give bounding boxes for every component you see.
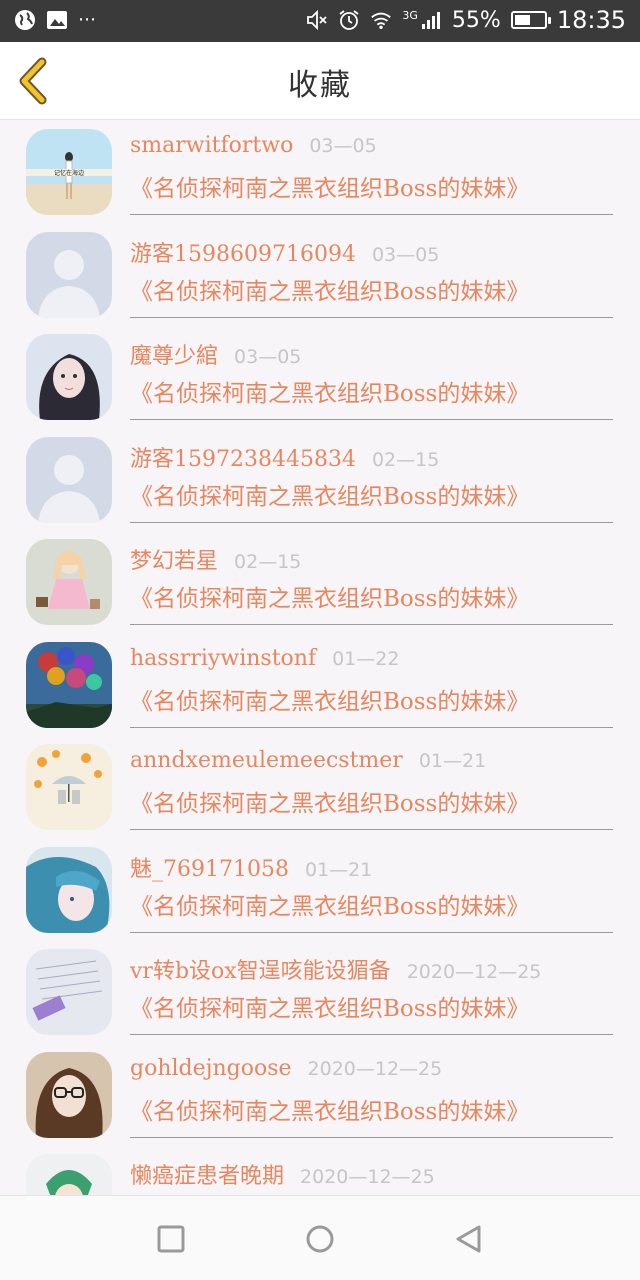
list-item[interactable]: anndxemeulemeecstmer 01—21 《名侦探柯南之黑衣组织Bos… [0, 736, 640, 839]
item-meta: 梦幻若星 02—15 [130, 543, 301, 575]
mute-icon [307, 9, 328, 31]
status-bar-left: ⋯ [14, 9, 97, 31]
date: 2020—12—25 [307, 1057, 443, 1080]
battery-percent: 55% [451, 7, 501, 33]
item-meta: 游客1597238445834 02—15 [130, 441, 439, 473]
item-meta: gohldejngoose 2020—12—25 [130, 1056, 442, 1081]
page-title: 收藏 [288, 68, 352, 103]
image-icon [47, 11, 67, 29]
avatar[interactable] [26, 846, 112, 933]
status-bar-right: 3G 55% 18:35 [306, 6, 626, 34]
status-time: 18:35 [556, 6, 626, 34]
avatar[interactable] [26, 949, 112, 1035]
item-meta: 游客1598609716094 03—05 [130, 236, 439, 268]
item-meta: 魔尊少綰 03—05 [130, 338, 301, 370]
date: 03—05 [309, 135, 377, 157]
avatar[interactable] [26, 231, 112, 318]
username[interactable]: 魔尊少綰 [130, 344, 218, 369]
status-bar: ⋯ 3G 55% 18:35 [0, 0, 640, 42]
date: 2020—12—25 [300, 1166, 435, 1188]
item-meta: 懒癌症患者晚期 2020—12—25 [130, 1158, 435, 1190]
date: 01—21 [418, 750, 487, 772]
novel-title-link[interactable]: 《名侦探柯南之黑衣组织Boss的妹妹》 [130, 887, 613, 933]
novel-title-link[interactable]: 《名侦探柯南之黑衣组织Boss的妹妹》 [130, 682, 613, 728]
item-meta: anndxemeulemeecstmer 01—21 [130, 748, 486, 773]
username[interactable]: 游客1597238445834 [130, 447, 356, 472]
date: 03—05 [234, 346, 302, 368]
item-meta: 魅_769171058 01—21 [130, 851, 372, 883]
novel-title-link[interactable]: 《名侦探柯南之黑衣组织Boss的妹妹》 [130, 169, 613, 215]
avatar[interactable] [26, 1154, 112, 1195]
avatar[interactable] [26, 436, 112, 523]
date: 02—15 [234, 551, 302, 573]
wifi-icon [371, 12, 392, 29]
item-meta: smarwitfortwo 03—05 [130, 133, 377, 158]
novel-title-link[interactable]: 《名侦探柯南之黑衣组织Boss的妹妹》 [130, 1092, 613, 1138]
username[interactable]: vr转b设ox智逞咳能设猸备 [130, 959, 391, 984]
globe-icon [15, 10, 35, 30]
username[interactable]: smarwitfortwo [130, 133, 293, 158]
avatar[interactable] [26, 334, 112, 420]
novel-title-link[interactable]: 《名侦探柯南之黑衣组织Boss的妹妹》 [130, 272, 613, 318]
avatar[interactable] [26, 744, 112, 830]
date: 03—05 [371, 243, 440, 266]
triangle-back-icon[interactable] [452, 1222, 486, 1256]
circle-home-icon[interactable] [303, 1222, 337, 1256]
novel-title-link[interactable]: 《名侦探柯南之黑衣组织Boss的妹妹》 [130, 477, 613, 523]
username[interactable]: anndxemeulemeecstmer [130, 748, 403, 773]
list-item[interactable]: vr转b设ox智逞咳能设猸备 2020—12—25 《名侦探柯南之黑衣组织Boss… [0, 941, 640, 1044]
favorites-list[interactable]: 记忆在海边 smarwitfortwo 03—05 《名侦探柯南之黑衣组织Boss… [0, 121, 640, 1195]
date: 2020—12—25 [406, 961, 542, 983]
novel-title-link[interactable]: 《名侦探柯南之黑衣组织Boss的妹妹》 [130, 989, 613, 1035]
novel-title-link[interactable]: 《名侦探柯南之黑衣组织Boss的妹妹》 [130, 579, 613, 625]
username[interactable]: 魅_769171058 [130, 857, 289, 882]
signal-icon [421, 12, 440, 29]
network-type: 3G [402, 8, 418, 22]
square-recent-apps-icon[interactable] [154, 1222, 188, 1256]
item-meta: hassrriywinstonf 01—22 [130, 646, 399, 671]
item-meta: vr转b设ox智逞咳能设猸备 2020—12—25 [130, 953, 541, 985]
list-item[interactable]: 记忆在海边 smarwitfortwo 03—05 《名侦探柯南之黑衣组织Boss… [0, 121, 640, 224]
username[interactable]: 游客1598609716094 [130, 242, 356, 267]
list-item[interactable]: hassrriywinstonf 01—22 《名侦探柯南之黑衣组织Boss的妹妹… [0, 634, 640, 737]
username[interactable]: 懒癌症患者晚期 [130, 1164, 284, 1189]
novel-title-link[interactable]: 《名侦探柯南之黑衣组织Boss的妹妹》 [130, 784, 613, 830]
date: 02—15 [371, 448, 440, 471]
list-item[interactable]: 游客1598609716094 03—05 《名侦探柯南之黑衣组织Boss的妹妹》 [0, 224, 640, 327]
svg-text:记忆在海边: 记忆在海边 [54, 169, 84, 177]
username[interactable]: hassrriywinstonf [130, 646, 316, 671]
app-header: 收藏 [0, 42, 640, 120]
list-item[interactable]: gohldejngoose 2020—12—25 《名侦探柯南之黑衣组织Boss的… [0, 1044, 640, 1147]
list-item[interactable]: 懒癌症患者晚期 2020—12—25 [0, 1146, 640, 1195]
username[interactable]: 梦幻若星 [130, 549, 218, 574]
list-item[interactable]: 魔尊少綰 03—05 《名侦探柯南之黑衣组织Boss的妹妹》 [0, 326, 640, 429]
date: 01—22 [332, 647, 400, 670]
battery-icon [510, 11, 551, 29]
avatar[interactable] [26, 641, 112, 728]
battery-level [514, 15, 531, 25]
date: 01—21 [304, 858, 373, 881]
list-item[interactable]: 游客1597238445834 02—15 《名侦探柯南之黑衣组织Boss的妹妹》 [0, 429, 640, 532]
alarm-icon [339, 10, 359, 30]
username[interactable]: gohldejngoose [130, 1056, 292, 1081]
avatar[interactable] [26, 1051, 112, 1138]
avatar[interactable]: 记忆在海边 [26, 129, 112, 215]
list-item[interactable]: 梦幻若星 02—15 《名侦探柯南之黑衣组织Boss的妹妹》 [0, 531, 640, 634]
system-nav-bar [0, 1195, 640, 1280]
novel-title-link[interactable]: 《名侦探柯南之黑衣组织Boss的妹妹》 [130, 374, 613, 420]
avatar[interactable] [26, 539, 112, 625]
list-item[interactable]: 魅_769171058 01—21 《名侦探柯南之黑衣组织Boss的妹妹》 [0, 839, 640, 942]
more-dots-icon: ⋯ [78, 9, 97, 30]
